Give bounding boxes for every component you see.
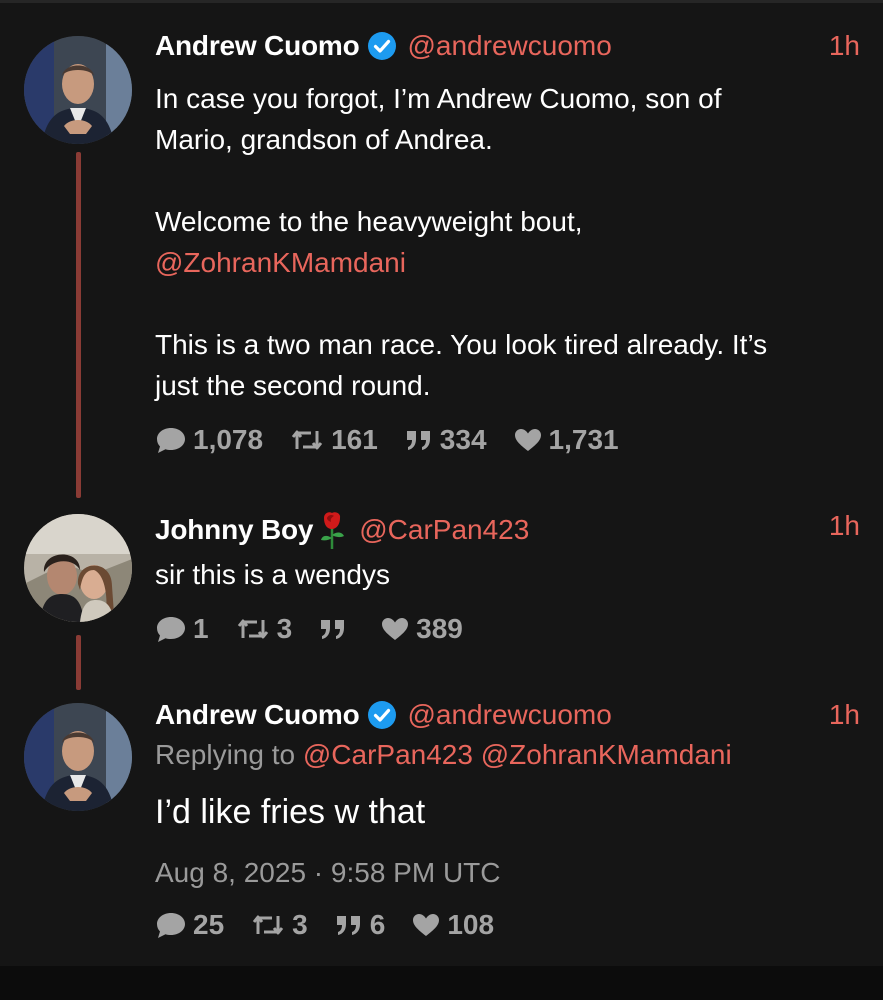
like-stat[interactable]: 108	[411, 909, 494, 941]
author-handle[interactable]: @CarPan423	[359, 514, 529, 546]
tweet-body-line: In case you forgot, I’m Andrew Cuomo, so…	[155, 83, 722, 114]
tweet-header: Johnny Boy @CarPan423 1h	[155, 510, 860, 549]
tweet-body: In case you forgot, I’m Andrew Cuomo, so…	[155, 78, 860, 406]
bottom-bar	[0, 966, 883, 1000]
reply-stat[interactable]: 1,078	[155, 424, 263, 456]
quote-stat[interactable]: 6	[334, 909, 386, 941]
avatar-johnny-boy[interactable]	[24, 514, 132, 622]
tweet-content: Andrew Cuomo @andrewcuomo 1h In case you…	[155, 30, 860, 406]
replying-to: Replying to @CarPan423 @ZohranKMamdani	[155, 739, 860, 779]
tweet-body: sir this is a wendys	[155, 554, 860, 595]
tweet-header: Andrew Cuomo @andrewcuomo 1h	[155, 699, 860, 735]
tweet-content: Johnny Boy @CarPan423 1h sir this is a w…	[155, 510, 860, 595]
avatar-andrew-cuomo[interactable]	[24, 36, 132, 144]
avatar-andrew-cuomo[interactable]	[24, 703, 132, 811]
like-count: 1,731	[548, 424, 619, 455]
tweet-body: I’d like fries w that	[155, 793, 426, 831]
heart-icon	[413, 914, 440, 936]
like-count: 389	[416, 613, 463, 644]
retweet-icon	[252, 915, 284, 935]
retweet-count: 161	[331, 424, 378, 455]
author-handle[interactable]: @andrewcuomo	[407, 699, 611, 731]
author-name[interactable]: Johnny Boy	[155, 514, 313, 546]
quote-icon	[406, 431, 430, 450]
tweet-body-line: Mario, grandson of Andrea.	[155, 124, 493, 155]
quote-count: 334	[439, 424, 487, 455]
quote-stat[interactable]	[318, 616, 354, 642]
tweet-stats: 1 3 389	[155, 613, 489, 645]
retweet-stat[interactable]: 161	[289, 424, 378, 456]
tweet-header: Andrew Cuomo @andrewcuomo 1h	[155, 30, 860, 66]
author-handle[interactable]: @andrewcuomo	[407, 30, 611, 62]
reply-count: 1,078	[193, 424, 264, 455]
tweet-body-line	[155, 160, 860, 201]
replying-to-handles[interactable]: @CarPan423 @ZohranKMamdani	[303, 739, 732, 770]
replying-to-label: Replying to	[155, 739, 296, 770]
tweet-stats: 1,078 161 334 1,731	[155, 424, 645, 456]
retweet-stat[interactable]: 3	[250, 909, 308, 941]
retweet-icon	[237, 619, 268, 639]
reply-count: 25	[193, 909, 225, 940]
tweet-time[interactable]: 1h	[829, 30, 860, 62]
like-count: 108	[447, 909, 495, 940]
heart-icon	[514, 429, 541, 451]
thread-line	[76, 635, 81, 690]
reply-icon	[157, 617, 185, 642]
verified-badge-icon	[368, 32, 397, 60]
quote-icon	[336, 916, 360, 935]
retweet-stat[interactable]: 3	[235, 613, 293, 645]
verified-badge-icon	[368, 701, 397, 729]
heart-icon	[382, 618, 409, 640]
reply-icon	[157, 428, 185, 453]
top-divider	[0, 0, 883, 3]
tweet-body-line: This is a two man race. You look tired a…	[155, 329, 768, 360]
tweet-timestamp[interactable]: Aug 8, 2025 · 9:58 PM UTC	[155, 857, 860, 889]
retweet-count: 3	[276, 613, 293, 644]
quote-stat[interactable]: 334	[404, 424, 487, 456]
tweet-body-line: Welcome to the heavyweight bout,	[155, 206, 583, 237]
tweet-body-line: sir this is a wendys	[155, 559, 390, 590]
tweet-time[interactable]: 1h	[829, 699, 860, 731]
tweet-stats: 25 3 6 108	[155, 909, 520, 941]
mention-link[interactable]: @ZohranKMamdani	[155, 242, 860, 283]
author-name[interactable]: Andrew Cuomo	[155, 699, 360, 731]
tweet-body-line: just the second round.	[155, 370, 431, 401]
reply-icon	[157, 913, 185, 938]
reply-count: 1	[193, 613, 209, 644]
quote-icon	[321, 620, 345, 639]
retweet-icon	[291, 430, 323, 450]
tweet-body-line	[155, 283, 860, 324]
reply-stat[interactable]: 1	[155, 613, 209, 645]
quote-count: 6	[369, 909, 386, 940]
like-stat[interactable]: 1,731	[513, 424, 619, 456]
tweet-content: Andrew Cuomo @andrewcuomo 1h Replying to…	[155, 699, 860, 889]
tweet-time[interactable]: 1h	[829, 510, 860, 542]
rose-icon	[321, 512, 345, 549]
author-name[interactable]: Andrew Cuomo	[155, 30, 360, 62]
reply-stat[interactable]: 25	[155, 909, 224, 941]
retweet-count: 3	[292, 909, 308, 940]
thread-line	[76, 152, 81, 498]
like-stat[interactable]: 389	[380, 613, 463, 645]
